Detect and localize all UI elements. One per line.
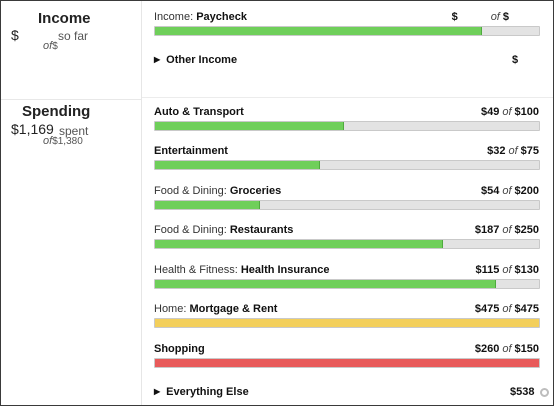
- progress-bar: [154, 358, 540, 368]
- row-amount: $54 of $200: [480, 185, 539, 197]
- section-divider: [142, 97, 553, 98]
- progress-bar: [154, 239, 540, 249]
- row-amount: $115 of $130: [475, 264, 539, 276]
- row-category-name: Groceries: [229, 185, 282, 197]
- progress-fill: [155, 319, 539, 327]
- triangle-right-icon: ▶: [154, 55, 161, 64]
- progress-fill: [155, 201, 260, 209]
- row-category-prefix: Health & Fitness:: [154, 264, 241, 276]
- other-income-toggle[interactable]: ▶ Other Income: [154, 54, 237, 66]
- row-category-prefix: Home:: [154, 303, 190, 315]
- everything-else-label: Everything Else: [166, 386, 249, 398]
- row-category-name: Shopping: [154, 343, 205, 355]
- row-amount: $ of $: [451, 11, 509, 23]
- row-category-name: Health Insurance: [240, 264, 330, 276]
- income-of-budget: of$: [43, 40, 58, 52]
- income-so-far-label: so far: [58, 29, 89, 43]
- progress-fill: [155, 280, 496, 288]
- row-category-name: Paycheck: [196, 11, 247, 23]
- progress-bar: [154, 160, 540, 170]
- divider: [1, 99, 141, 100]
- progress-bar: [154, 121, 540, 131]
- progress-bar: [154, 318, 540, 328]
- category-list: Income: Paycheck $ of $ ▶ Other Income $ Au…: [141, 1, 553, 405]
- triangle-right-icon: ▶: [154, 387, 161, 396]
- progress-fill: [155, 359, 539, 367]
- income-title: Income: [38, 10, 91, 27]
- row-amount: $260 of $150: [474, 343, 539, 355]
- other-income-amount: $: [512, 54, 519, 66]
- row-category-name: Auto & Transport: [154, 106, 244, 118]
- row-category-name: Entertainment: [154, 145, 228, 157]
- spending-title: Spending: [22, 103, 91, 120]
- progress-bar: [154, 200, 540, 210]
- row-category-name: Restaurants: [229, 224, 294, 236]
- income-amount: $: [11, 27, 19, 43]
- gear-icon[interactable]: [540, 388, 549, 397]
- summary-column: Income $ so far of$ Spending $1,169 spen…: [1, 1, 141, 405]
- everything-else-amount: $538: [510, 386, 535, 398]
- row-amount: $475 of $475: [474, 303, 539, 315]
- other-income-label: Other Income: [166, 54, 238, 66]
- row-category-name: Mortgage & Rent: [189, 303, 278, 315]
- everything-else-toggle[interactable]: ▶ Everything Else: [154, 386, 249, 398]
- row-category-prefix: Food & Dining:: [154, 224, 230, 236]
- row-amount: $32 of $75: [487, 145, 539, 157]
- progress-fill: [155, 240, 444, 248]
- spending-of-budget: of$1,380: [43, 135, 83, 147]
- row-category-prefix: Income:: [154, 11, 197, 23]
- progress-fill: [155, 27, 483, 35]
- row-amount: $187 of $250: [474, 224, 539, 236]
- progress-bar: [154, 26, 540, 36]
- row-amount: $49 of $100: [480, 106, 539, 118]
- progress-fill: [155, 161, 320, 169]
- row-category-prefix: Food & Dining:: [154, 185, 230, 197]
- progress-bar: [154, 279, 540, 289]
- budget-panel: Income $ so far of$ Spending $1,169 spen…: [0, 0, 554, 406]
- progress-fill: [155, 122, 345, 130]
